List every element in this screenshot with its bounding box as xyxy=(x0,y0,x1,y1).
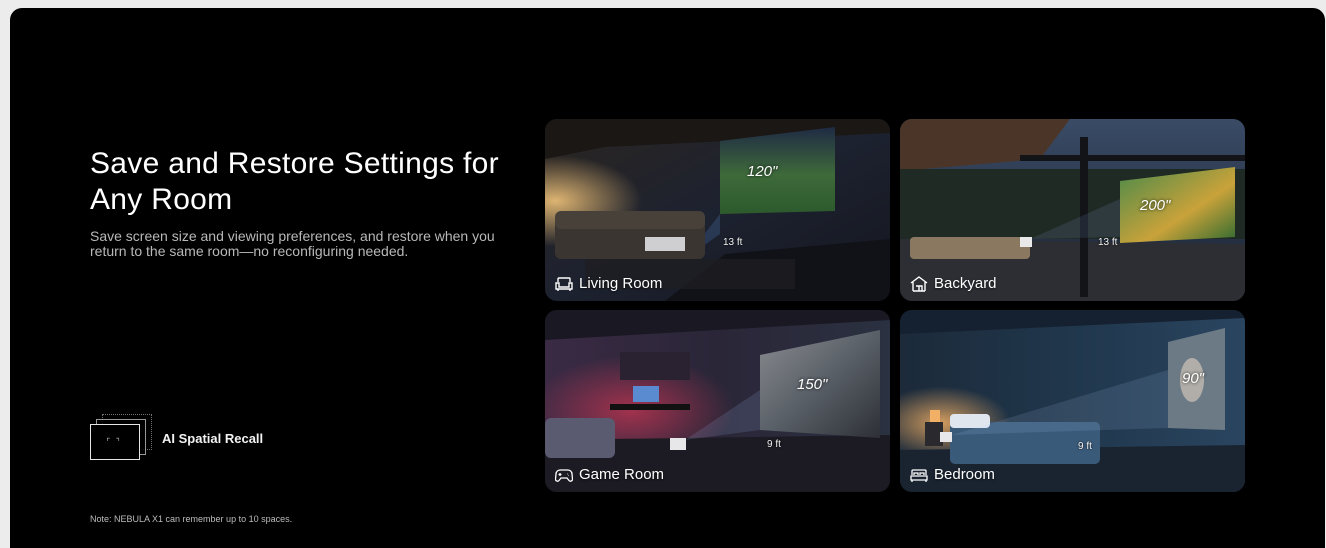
room-card-backyard[interactable]: 200" 13 ft Backyard xyxy=(900,119,1245,301)
room-name: Living Room xyxy=(579,275,663,292)
room-name: Game Room xyxy=(579,466,665,483)
spatial-recall-icon: ⌜⌝ xyxy=(90,414,152,462)
description: Save screen size and viewing preferences… xyxy=(90,228,495,259)
living-room-image xyxy=(545,119,890,301)
game-room-image xyxy=(545,310,890,492)
backyard-image xyxy=(900,119,1245,301)
room-name: Backyard xyxy=(934,275,997,292)
screen-size-label: 150" xyxy=(797,376,828,393)
room-card-living-room[interactable]: 120" 13 ft Living Room xyxy=(545,119,890,301)
backyard-icon xyxy=(910,275,928,292)
room-caption: Backyard xyxy=(910,275,997,292)
room-name: Bedroom xyxy=(934,466,995,483)
distance-label: 13 ft xyxy=(1098,237,1118,248)
room-card-bedroom[interactable]: 90" 9 ft Bedroom xyxy=(900,310,1245,492)
feature-panel: Save and Restore Settings for Any Room S… xyxy=(10,8,1325,548)
distance-label: 9 ft xyxy=(767,439,781,450)
distance-label: 9 ft xyxy=(1078,441,1092,452)
sofa-icon xyxy=(555,276,573,291)
screen-size-label: 200" xyxy=(1140,197,1171,214)
room-caption: Bedroom xyxy=(910,466,995,483)
room-caption: Living Room xyxy=(555,275,662,292)
bed-icon xyxy=(910,468,928,482)
screen-size-label: 120" xyxy=(747,163,778,180)
room-caption: Game Room xyxy=(555,466,664,483)
screen-size-label: 90" xyxy=(1182,370,1205,387)
distance-label: 13 ft xyxy=(723,237,743,248)
feature-label: AI Spatial Recall xyxy=(162,430,264,446)
footnote: Note: NEBULA X1 can remember up to 10 sp… xyxy=(90,514,293,524)
room-card-game-room[interactable]: 150" 9 ft Game Room xyxy=(545,310,890,492)
headline: Save and Restore Settings for Any Room xyxy=(90,147,499,216)
feature-badge: ⌜⌝ AI Spatial Recall xyxy=(90,414,263,462)
gamepad-icon xyxy=(555,468,573,482)
bedroom-image xyxy=(900,310,1245,492)
